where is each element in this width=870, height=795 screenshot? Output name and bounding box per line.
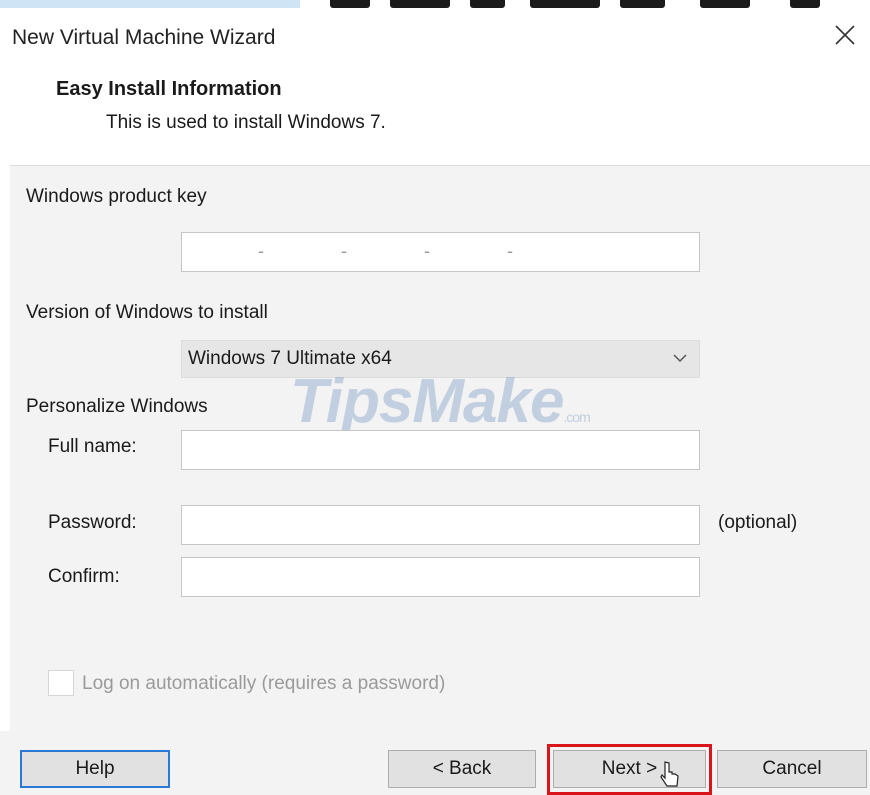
page-title: Easy Install Information — [56, 78, 282, 100]
product-key-input[interactable]: - - - - — [181, 232, 700, 272]
auto-logon-label: Log on automatically (requires a passwor… — [82, 673, 446, 694]
background-strip — [0, 0, 870, 12]
help-button[interactable]: Help — [20, 750, 170, 788]
auto-logon-checkbox[interactable] — [48, 670, 74, 696]
key-separator: - — [341, 241, 347, 261]
background-shape — [330, 0, 370, 8]
chevron-down-icon — [673, 354, 687, 363]
full-name-field[interactable] — [181, 430, 700, 470]
key-separator: - — [258, 241, 264, 261]
title-bar: New Virtual Machine Wizard — [0, 12, 870, 64]
cancel-button[interactable]: Cancel — [717, 750, 867, 788]
watermark-text: TipsMake — [290, 367, 564, 436]
page-subtitle: This is used to install Windows 7. — [106, 112, 386, 133]
background-shape — [530, 0, 600, 8]
password-input[interactable] — [182, 506, 699, 544]
password-hint: (optional) — [718, 512, 798, 533]
back-button[interactable]: < Back — [388, 750, 536, 788]
background-shape — [470, 0, 505, 8]
background-shape — [390, 0, 450, 8]
full-name-label: Full name: — [48, 436, 137, 457]
full-name-input[interactable] — [182, 431, 699, 469]
key-separator: - — [507, 241, 513, 261]
watermark-suffix: .com — [563, 409, 590, 425]
watermark: TipsMake.com — [290, 366, 591, 437]
confirm-input[interactable] — [182, 558, 699, 596]
password-label: Password: — [48, 512, 137, 533]
confirm-label: Confirm: — [48, 566, 120, 587]
background-shape — [790, 0, 820, 8]
wizard-header: Easy Install Information This is used to… — [0, 64, 870, 164]
next-button-highlight — [547, 744, 712, 795]
window-title: New Virtual Machine Wizard — [12, 26, 276, 49]
background-shape — [700, 0, 750, 8]
password-field[interactable] — [181, 505, 700, 545]
hand-cursor-icon — [660, 761, 679, 787]
background-accent — [0, 0, 300, 8]
product-key-label: Windows product key — [26, 186, 207, 207]
key-separator: - — [424, 241, 430, 261]
confirm-field[interactable] — [181, 557, 700, 597]
personalize-label: Personalize Windows — [26, 396, 208, 417]
background-shape — [620, 0, 665, 8]
version-label: Version of Windows to install — [26, 302, 268, 323]
close-icon[interactable] — [830, 20, 860, 50]
